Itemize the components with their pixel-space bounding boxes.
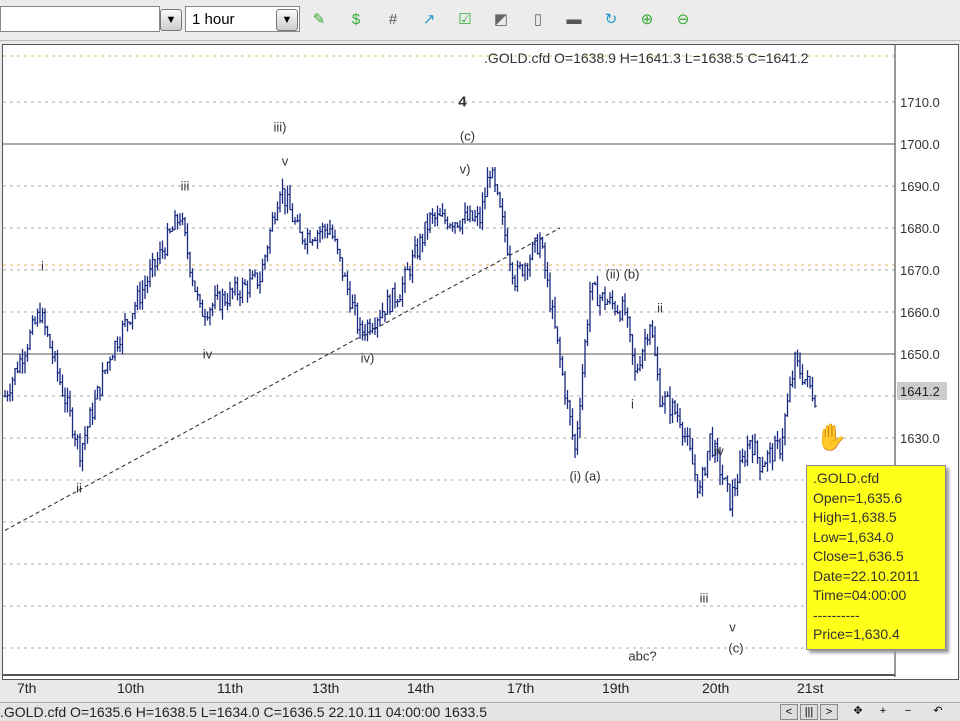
x-tick-label: 10th — [117, 680, 145, 696]
scroll-right-button[interactable]: > — [820, 704, 838, 720]
wave-label: (c) — [728, 640, 744, 656]
current-price-label: 1641.2 — [900, 384, 940, 399]
tooltip-separator: ---------- — [813, 606, 860, 623]
scroll-left-button[interactable]: < — [780, 704, 798, 720]
wave-label: v) — [459, 161, 471, 177]
x-tick-label: 19th — [602, 680, 630, 696]
y-tick-label: 1670.0 — [900, 263, 940, 278]
x-tick-label: 20th — [702, 680, 730, 696]
wave-label: iv) — [360, 350, 375, 366]
hand-cursor-icon: ✋ — [815, 422, 848, 452]
chart-ohlc-header: .GOLD.cfd O=1638.9 H=1641.3 L=1638.5 C=1… — [484, 50, 809, 66]
tooltip-high: High=1,638.5 — [813, 509, 897, 525]
wave-label: v — [729, 619, 736, 635]
tooltip-low: Low=1,634.0 — [813, 528, 894, 545]
wave-label: iv — [202, 346, 213, 362]
x-tick-label: 21st — [797, 680, 824, 696]
wave-label: i — [41, 258, 44, 274]
scrollbar-thumb[interactable]: ||| — [800, 704, 818, 720]
reset-view-button[interactable]: ↶ — [930, 704, 946, 718]
x-tick-label: 13th — [312, 680, 340, 696]
y-tick-label: 1680.0 — [900, 221, 940, 236]
x-tick-label: 7th — [17, 680, 37, 696]
tooltip-time: Time=04:00:00 — [813, 587, 907, 603]
trendline — [4, 227, 561, 531]
wave-label: 4 — [458, 93, 467, 111]
zoom-in-button[interactable]: + — [875, 704, 891, 718]
y-tick-label: 1700.0 — [900, 137, 940, 152]
x-tick-label: 17th — [507, 680, 535, 696]
tooltip-symbol: .GOLD.cfd — [813, 470, 880, 486]
wave-label: ii — [657, 300, 663, 316]
y-tick-label: 1650.0 — [900, 347, 940, 362]
y-tick-label: 1710.0 — [900, 95, 940, 110]
ohlc-tooltip: .GOLD.cfd Open=1,635.6 High=1,638.5 Low=… — [806, 465, 946, 650]
y-tick-label: 1660.0 — [900, 305, 940, 320]
tooltip-date: Date=22.10.2011 — [813, 567, 920, 584]
wave-label: ii — [76, 480, 82, 496]
wave-label: v — [281, 153, 289, 169]
x-tick-label: 14th — [407, 680, 435, 696]
tooltip-close: Close=1,636.5 — [813, 548, 904, 564]
wave-label: i — [631, 396, 634, 412]
wave-label: abc? — [628, 648, 657, 664]
wave-label: iii) — [273, 119, 287, 135]
pan-button[interactable]: ✥ — [850, 704, 866, 718]
wave-label: (i) (a) — [569, 468, 601, 484]
wave-label: iii — [699, 590, 709, 606]
wave-label: (ii) (b) — [605, 266, 640, 282]
status-text: .GOLD.cfd O=1635.6 H=1638.5 L=1634.0 C=1… — [0, 704, 488, 720]
x-tick-label: 11th — [217, 680, 244, 696]
wave-label: iv — [714, 443, 724, 459]
tooltip-price: Price=1,630.4 — [813, 626, 900, 642]
zoom-out-button[interactable]: − — [900, 704, 916, 718]
y-tick-label: 1630.0 — [900, 431, 940, 446]
tooltip-open: Open=1,635.6 — [813, 489, 903, 506]
wave-label: iii — [180, 178, 190, 194]
y-tick-label: 1690.0 — [900, 179, 940, 194]
wave-label: (c) — [459, 128, 476, 144]
